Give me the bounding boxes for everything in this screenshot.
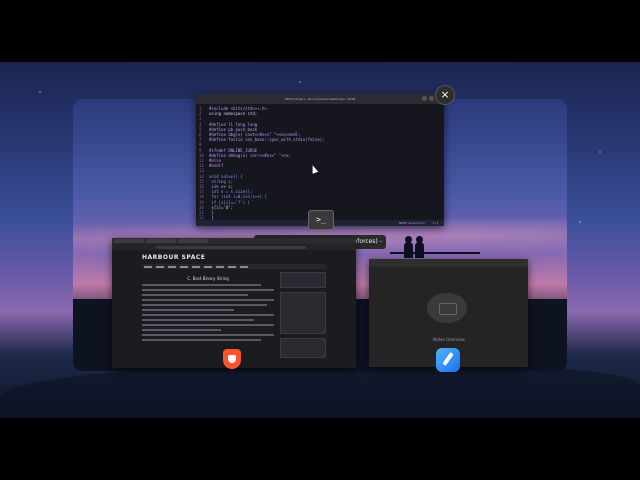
site-header: HARBOUR SPACE xyxy=(112,250,356,264)
site-nav[interactable] xyxy=(142,264,326,269)
nvim-window[interactable]: 1837Ccf.cpp (~/Documents/codeforces) - N… xyxy=(196,94,444,226)
notes-app-icon[interactable] xyxy=(436,348,460,372)
bottom-bar xyxy=(0,418,640,480)
problem-sidebar xyxy=(280,272,326,368)
notes-empty-illustration xyxy=(427,293,467,323)
nvim-titlebar[interactable]: 1837Ccf.cpp (~/Documents/codeforces) - N… xyxy=(196,94,444,104)
status-position: 1:1 xyxy=(432,221,438,225)
notes-caption: Notes Overview xyxy=(433,337,465,342)
problem-title: C. Best Binary String xyxy=(187,276,229,281)
minimize-icon[interactable] xyxy=(422,96,427,101)
problem-statement: C. Best Binary String xyxy=(142,272,274,344)
terminal-app-icon[interactable]: >_ xyxy=(308,210,334,230)
nvim-title: 1837Ccf.cpp (~/Documents/codeforces) - N… xyxy=(284,97,356,101)
couple-silhouette xyxy=(400,236,428,258)
line-text: #define debug(x) cerr<<#x<<" "<<x; xyxy=(209,152,291,158)
line-text: #endif xyxy=(209,163,224,169)
code-editor[interactable]: 1 #include <bits/stdc++.h> 2 using namespac… xyxy=(196,104,444,226)
maximize-icon[interactable] xyxy=(429,96,434,101)
notes-titlebar[interactable] xyxy=(369,259,528,267)
close-window-button[interactable]: × xyxy=(435,85,455,105)
top-bar xyxy=(0,0,640,62)
line-text: using namespace std; xyxy=(209,111,258,117)
site-logo[interactable]: HARBOUR SPACE xyxy=(142,254,205,261)
status-mode: NVIM Insertion xyxy=(399,221,425,225)
brave-browser-icon[interactable] xyxy=(223,349,241,369)
line-text: #define fastio ios_base::sync_with_stdio… xyxy=(209,137,325,143)
